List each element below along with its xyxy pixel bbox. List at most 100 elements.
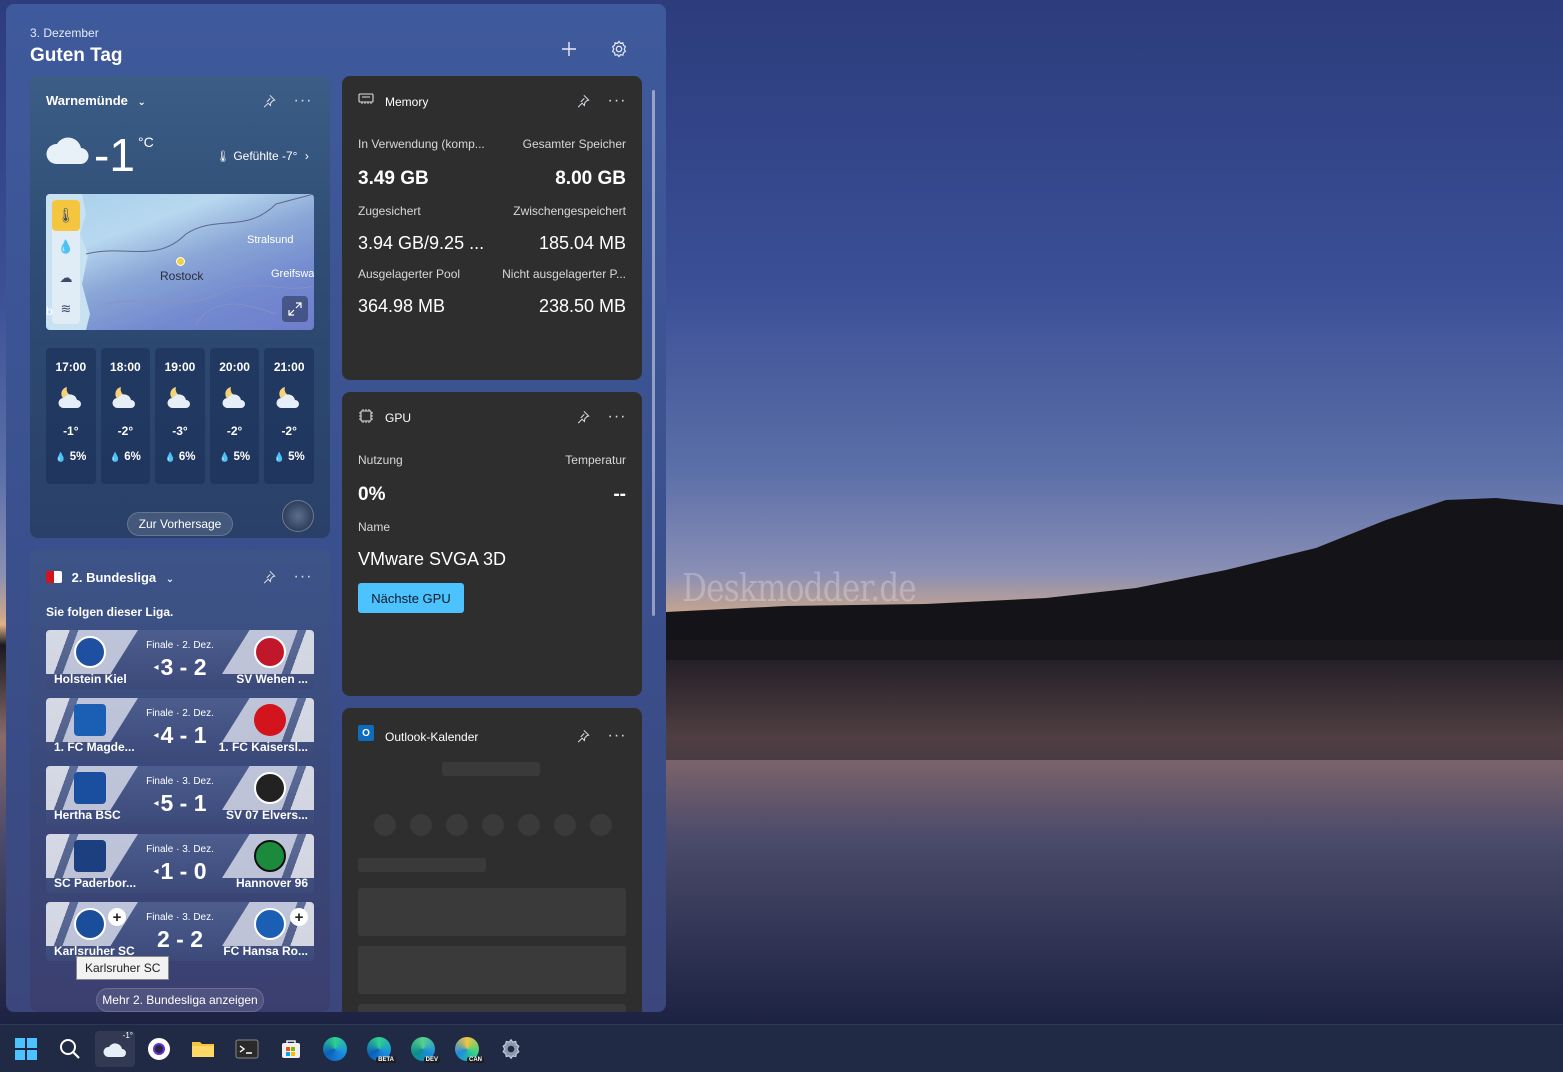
chevron-down-icon: ⌄ <box>165 574 175 585</box>
more-options-icon[interactable]: ··· <box>294 568 312 586</box>
stat-label: Nutzung <box>358 453 403 467</box>
droplet-icon: 💧 <box>109 452 122 462</box>
match-score: 1 - 0 <box>160 858 207 884</box>
pin-icon[interactable] <box>260 568 278 586</box>
map-precipitation-tool[interactable]: 💧 <box>52 231 80 262</box>
add-widget-button[interactable] <box>554 34 584 64</box>
hourly-item[interactable]: 20:00 -2° 💧 5% <box>209 348 260 484</box>
more-options-icon[interactable]: ··· <box>608 727 626 745</box>
hourly-item[interactable]: 17:00 -1° 💧 5% <box>46 348 96 484</box>
board-scrollbar[interactable] <box>652 90 655 616</box>
stat-value: VMware SVGA 3D <box>358 549 507 569</box>
droplet-icon: 💧 <box>219 452 231 462</box>
outlook-icon: O <box>358 725 374 741</box>
stat-value: 0% <box>358 484 386 505</box>
home-team: Holstein Kiel <box>54 672 127 686</box>
hour-rain: 6% <box>178 451 196 463</box>
pin-icon[interactable] <box>260 92 278 110</box>
more-liga-button[interactable]: Mehr 2. Bundesliga anzeigen <box>96 988 264 1012</box>
edge-canary-button[interactable]: CAN <box>447 1031 487 1067</box>
weather-location[interactable]: Warnemünde ⌄ <box>46 93 146 108</box>
weather-map[interactable]: 🌡 💧 ☁ ≋ Rostock Stralsund Greifswa b <box>46 194 314 330</box>
stat-label: Nicht ausgelagerter P... <box>502 267 626 281</box>
file-explorer-button[interactable] <box>183 1031 223 1067</box>
hour-time: 20:00 <box>219 360 250 374</box>
stat-label: Name <box>358 520 391 534</box>
match-score: 5 - 1 <box>160 790 207 816</box>
pin-icon[interactable] <box>574 92 592 110</box>
hour-time: 21:00 <box>273 360 305 374</box>
stat-value: 3.94 GB/9.25 ... <box>358 233 485 253</box>
match-card[interactable]: Finale · 2. Dez. ◂4 - 1 1. FC Magde... 1… <box>46 698 314 757</box>
settings-app-button[interactable] <box>491 1031 531 1067</box>
pin-icon[interactable] <box>574 408 592 426</box>
widgets-button[interactable]: -1° <box>95 1031 135 1067</box>
stat-value: -- <box>613 484 626 505</box>
match-score: 2 - 2 <box>156 926 204 952</box>
memory-widget[interactable]: Memory ··· In Verwendung (komp... Gesamt… <box>342 76 642 380</box>
map-wind-tool[interactable]: ≋ <box>52 293 80 324</box>
gpu-chip-icon <box>358 408 374 429</box>
outlook-calendar-widget[interactable]: O Outlook-Kalender ··· <box>342 708 642 1012</box>
hourly-item[interactable]: 18:00 -2° 💧 6% <box>100 348 151 484</box>
temperature-unit: °C <box>138 134 154 150</box>
match-score: 3 - 2 <box>160 654 207 680</box>
winner-indicator-icon: ◂ <box>153 662 159 673</box>
hour-time: 18:00 <box>110 360 141 374</box>
settings-button[interactable] <box>604 34 634 64</box>
feels-like[interactable]: 🌡 Gefühlte -7° › <box>216 149 309 163</box>
map-expand-button[interactable] <box>282 296 308 322</box>
thermometer-icon: 🌡 <box>57 207 75 223</box>
hour-temp: -2° <box>226 424 243 438</box>
liga-title-label: 2. Bundesliga <box>71 570 157 585</box>
hour-time: 17:00 <box>55 360 87 374</box>
liga-title[interactable]: 2. Bundesliga ⌄ <box>46 570 174 585</box>
gear-icon <box>502 1038 520 1060</box>
wind-icon: ≋ <box>60 300 72 316</box>
edge-beta-button[interactable]: BETA <box>359 1031 399 1067</box>
more-options-icon[interactable]: ··· <box>608 408 626 426</box>
match-card[interactable]: + + Finale · 3. Dez. 2 - 2 Karlsruher SC… <box>46 902 314 961</box>
partly-cloudy-night-icon <box>57 384 85 414</box>
match-score: 4 - 1 <box>160 722 207 748</box>
edge-button[interactable] <box>315 1031 355 1067</box>
hourly-item[interactable]: 21:00 -2° 💧 5% <box>264 348 314 484</box>
gear-icon <box>611 40 627 58</box>
more-options-icon[interactable]: ··· <box>608 92 626 110</box>
hourly-item[interactable]: 19:00 -3° 💧 6% <box>155 348 205 484</box>
current-temperature: -1 <box>94 129 135 181</box>
map-temperature-tool[interactable]: 🌡 <box>52 200 80 231</box>
terminal-button[interactable] <box>227 1031 267 1067</box>
plus-icon <box>562 42 576 56</box>
pin-icon[interactable] <box>574 727 592 745</box>
hour-temp: -3° <box>172 424 188 438</box>
hour-temp: -2° <box>281 424 297 438</box>
thermometer-icon: 🌡 <box>216 151 230 163</box>
hour-rain: 6% <box>124 451 141 463</box>
match-status: Finale · 2. Dez. <box>146 708 214 719</box>
match-card[interactable]: Finale · 3. Dez. ◂5 - 1 Hertha BSC SV 07… <box>46 766 314 825</box>
match-card[interactable]: Finale · 3. Dez. ◂1 - 0 SC Paderbor... H… <box>46 834 314 893</box>
start-button[interactable] <box>6 1031 46 1067</box>
liga-subtitle: Sie folgen dieser Liga. <box>46 605 174 619</box>
next-gpu-button[interactable]: Nächste GPU <box>358 583 464 613</box>
opera-button[interactable] <box>139 1031 179 1067</box>
loading-placeholder <box>410 814 432 836</box>
forecast-button[interactable]: Zur Vorhersage <box>127 512 233 536</box>
weather-avatar[interactable] <box>282 500 314 532</box>
board-date: 3. Dezember <box>30 26 99 40</box>
match-card[interactable]: Finale · 2. Dez. ◂3 - 2 Holstein Kiel SV… <box>46 630 314 689</box>
stat-label: Temperatur <box>565 453 626 467</box>
widgets-board: 3. Dezember Guten Tag Warnemünde ⌄ ··· -… <box>6 4 666 1012</box>
store-button[interactable] <box>271 1031 311 1067</box>
edge-dev-button[interactable]: DEV <box>403 1031 443 1067</box>
windows-logo-icon <box>15 1038 37 1060</box>
bundesliga-widget[interactable]: 2. Bundesliga ⌄ ··· Sie folgen dieser Li… <box>30 550 330 1012</box>
more-options-icon[interactable]: ··· <box>294 92 312 110</box>
home-team: 1. FC Magde... <box>54 740 135 754</box>
map-cloud-tool[interactable]: ☁ <box>52 262 80 293</box>
gpu-widget[interactable]: GPU ··· Nutzung Temperatur 0% -- Name VM… <box>342 392 642 696</box>
search-button[interactable] <box>50 1031 90 1067</box>
loading-placeholder <box>554 814 576 836</box>
weather-widget[interactable]: Warnemünde ⌄ ··· -1 °C 🌡 Gefühlte -7° › <box>30 76 330 538</box>
